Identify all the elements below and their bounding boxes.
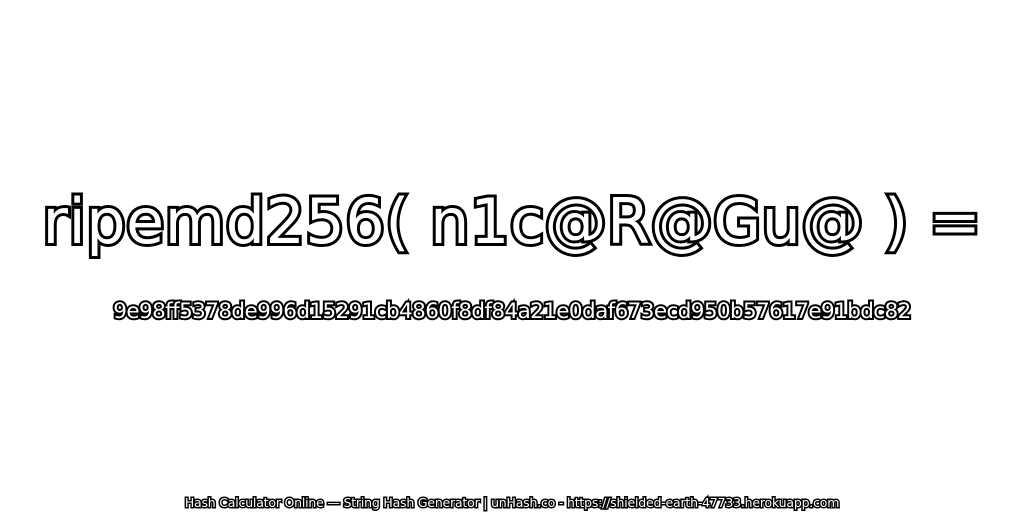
footer-credit-text: Hash Calculator Online — String Hash Gen… (183, 494, 841, 512)
hash-value-text: 9e98ff5378de996d15291cb4860f8df84a21e0da… (111, 297, 913, 326)
hash-image-canvas: ripemd256( n1c@R@Gu@ ) = 9e98ff5378de996… (0, 0, 1024, 512)
hash-expression-heading: ripemd256( n1c@R@Gu@ ) = (39, 182, 984, 261)
